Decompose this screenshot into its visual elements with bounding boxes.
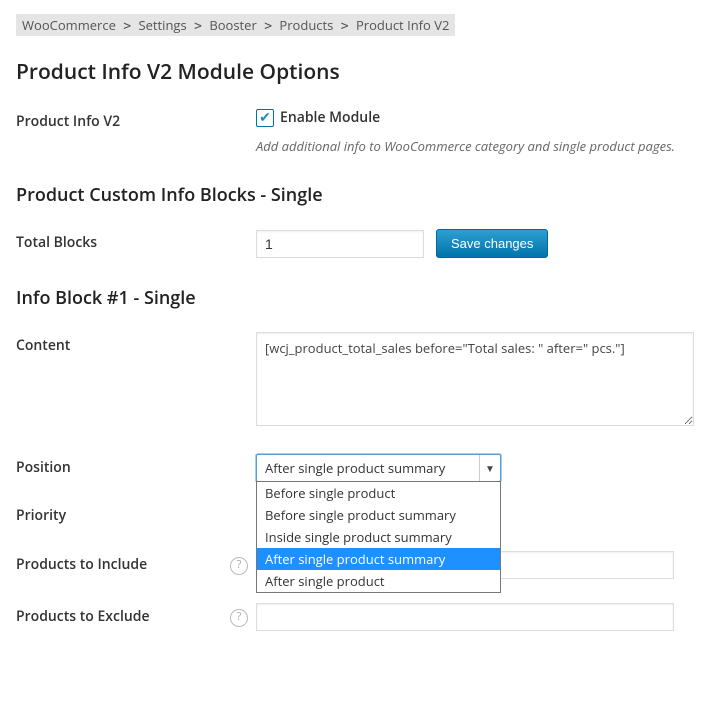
chevron-right-icon: > (194, 19, 202, 34)
position-option[interactable]: Before single product summary (257, 504, 500, 526)
label-products-include: Products to Include (16, 551, 256, 574)
section-title-module: Product Info V2 Module Options (16, 58, 704, 86)
module-description: Add additional info to WooCommerce categ… (256, 137, 704, 155)
label-priority: Priority (16, 502, 256, 525)
content-textarea[interactable] (256, 332, 694, 426)
save-changes-button[interactable]: Save changes (436, 229, 548, 258)
position-select[interactable]: After single product summary ▼ (256, 454, 501, 482)
chevron-down-icon: ▼ (479, 455, 500, 481)
chevron-right-icon: > (123, 19, 131, 34)
position-option[interactable]: Before single product (257, 482, 500, 504)
enable-module-label: Enable Module (280, 108, 380, 127)
label-position: Position (16, 454, 256, 477)
section-title-blocks: Product Custom Info Blocks - Single (16, 183, 704, 207)
breadcrumb-item[interactable]: Booster (209, 16, 256, 34)
position-dropdown: Before single product Before single prod… (256, 481, 501, 593)
position-option[interactable]: Inside single product summary (257, 526, 500, 548)
enable-module-checkbox[interactable]: ✔ (256, 109, 274, 127)
position-selected-text: After single product summary (265, 459, 445, 477)
total-blocks-input[interactable] (256, 230, 424, 258)
breadcrumb-item[interactable]: Products (279, 16, 333, 34)
chevron-right-icon: > (341, 19, 349, 34)
section-title-block1: Info Block #1 - Single (16, 286, 704, 310)
label-content: Content (16, 332, 256, 355)
label-total-blocks: Total Blocks (16, 229, 256, 252)
help-icon[interactable]: ? (230, 557, 248, 575)
breadcrumb: WooCommerce > Settings > Booster > Produ… (16, 14, 455, 36)
position-option[interactable]: After single product summary (257, 548, 500, 570)
breadcrumb-item[interactable]: Product Info V2 (356, 16, 449, 34)
products-exclude-input[interactable] (256, 603, 674, 631)
position-option[interactable]: After single product (257, 570, 500, 592)
breadcrumb-item[interactable]: Settings (138, 16, 186, 34)
help-icon[interactable]: ? (230, 609, 248, 627)
breadcrumb-item[interactable]: WooCommerce (22, 16, 116, 34)
label-product-info-v2: Product Info V2 (16, 108, 256, 131)
label-products-exclude: Products to Exclude (16, 603, 256, 626)
chevron-right-icon: > (264, 19, 272, 34)
